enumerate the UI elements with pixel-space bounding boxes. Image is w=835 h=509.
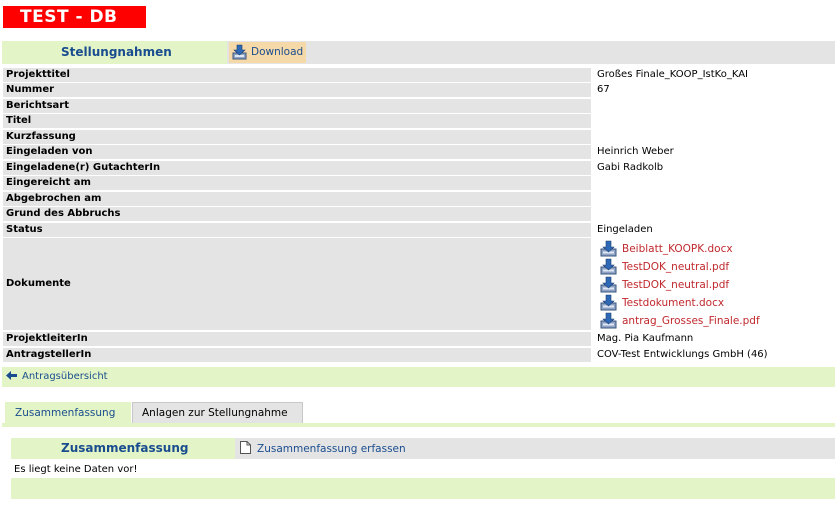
download-tray-icon [232,44,247,68]
document-item[interactable]: TestDOK_neutral.pdf [600,258,729,275]
tab-zusammenfassung[interactable]: Zusammenfassung [5,402,131,423]
detail-value: Großes Finale_KOOP_IstKo_KAI [597,69,749,80]
app-logo: TEST - DB [3,6,146,28]
document-item[interactable]: antrag_Grosses_Finale.pdf [600,312,760,329]
detail-value: Mag. Pia Kaufmann [597,333,694,344]
document-download-icon[interactable] [600,276,617,293]
detail-label: Abgebrochen am [3,192,591,206]
document-link[interactable]: antrag_Grosses_Finale.pdf [622,315,760,327]
detail-label: Eingereicht am [3,176,591,190]
page-icon [240,441,251,457]
detail-label: ProjektleiterIn [3,332,591,346]
section-title: Stellungnahmen [2,41,227,64]
tab-anlagen[interactable]: Anlagen zur Stellungnahme [132,402,303,423]
document-download-icon[interactable] [600,294,617,311]
arrow-left-icon [6,371,17,382]
detail-label: Nummer [3,83,591,97]
download-button[interactable]: Download [229,42,306,63]
document-download-icon[interactable] [600,258,617,275]
back-nav-bar [2,367,835,387]
empty-message: Es liegt keine Daten vor! [14,464,138,475]
detail-label: Projekttitel [3,68,591,82]
back-link-label: Antragsübersicht [22,371,108,382]
detail-value: Eingeladen [597,224,653,235]
panel-title: Zusammenfassung [11,438,235,459]
document-link[interactable]: Beiblatt_KOOPK.docx [622,243,733,255]
document-download-icon[interactable] [600,240,617,257]
document-download-icon[interactable] [600,312,617,329]
documents-label: Dokumente [3,238,591,330]
download-label: Download [251,46,304,58]
detail-label: Titel [3,114,591,128]
detail-label: AntragstellerIn [3,348,591,362]
detail-label: Eingeladen von [3,145,591,159]
document-link[interactable]: Testdokument.docx [622,297,724,309]
back-to-overview-link[interactable]: Antragsübersicht [6,371,108,382]
document-link[interactable]: TestDOK_neutral.pdf [622,261,729,273]
detail-label: Grund des Abbruchs [3,207,591,221]
document-item[interactable]: Beiblatt_KOOPK.docx [600,240,733,257]
tab-underline [2,423,835,427]
detail-value: COV-Test Entwicklungs GmbH (46) [597,349,768,360]
panel-footer-bar [11,478,835,499]
detail-label: Kurzfassung [3,130,591,144]
document-item[interactable]: Testdokument.docx [600,294,724,311]
capture-summary-link[interactable]: Zusammenfassung erfassen [240,441,406,457]
document-link[interactable]: TestDOK_neutral.pdf [622,279,729,291]
capture-summary-label: Zusammenfassung erfassen [257,443,406,455]
detail-value: Heinrich Weber [597,146,674,157]
detail-label: Berichtsart [3,99,591,113]
detail-label: Eingeladene(r) GutachterIn [3,161,591,175]
detail-value: 67 [597,84,610,95]
detail-value: Gabi Radkolb [597,162,664,173]
detail-label: Status [3,223,591,237]
document-item[interactable]: TestDOK_neutral.pdf [600,276,729,293]
